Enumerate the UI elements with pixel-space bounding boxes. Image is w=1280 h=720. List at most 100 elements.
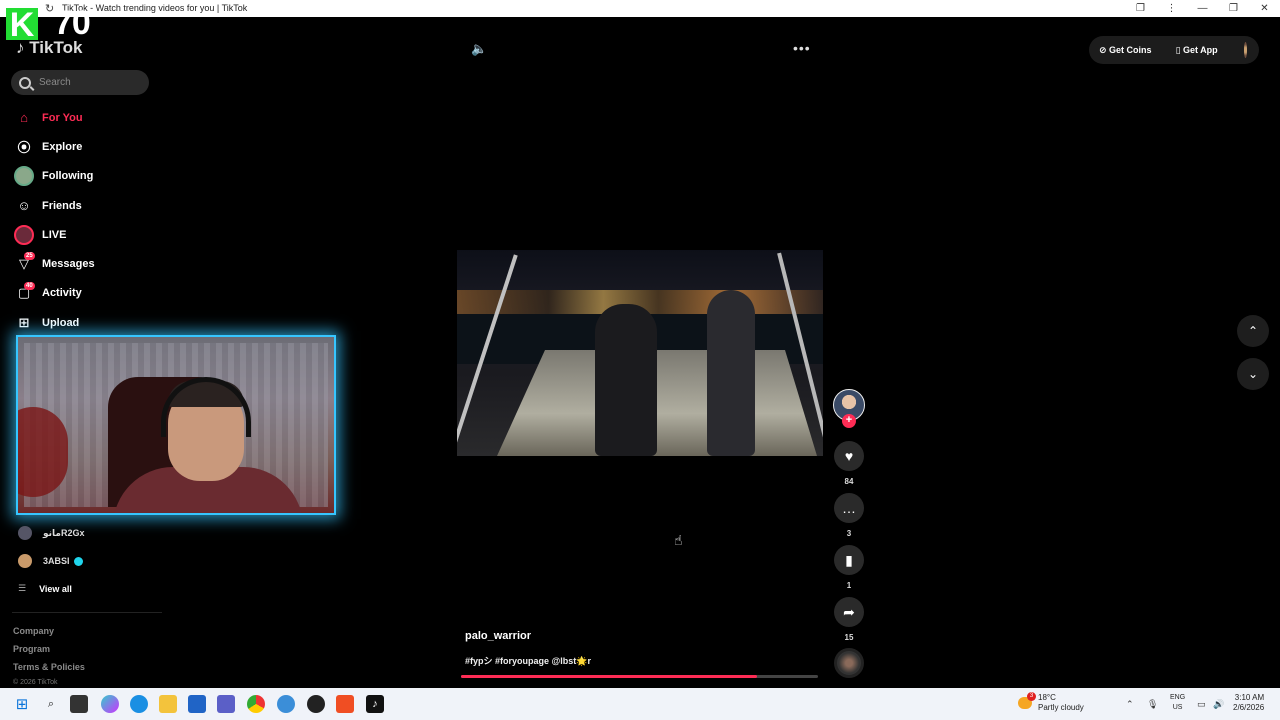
music-disc-icon[interactable] xyxy=(834,648,864,678)
live-icon xyxy=(14,224,34,245)
copilot-icon[interactable] xyxy=(101,695,119,713)
tiktok-logo[interactable]: ♪ TikTok xyxy=(16,38,82,58)
get-coins-button[interactable]: ⊘ Get Coins xyxy=(1099,45,1164,56)
window-controls: ❐ ⋮ — ❐ ✕ xyxy=(1125,0,1280,17)
sidebar-nav: ⌂ For You ⦿ Explore Following ☺ Friends … xyxy=(14,103,164,337)
sidebar-item-for-you[interactable]: ⌂ For You xyxy=(14,103,164,132)
file-explorer-icon[interactable] xyxy=(159,695,177,713)
volume-icon[interactable]: 🔈 xyxy=(471,41,487,57)
compass-icon: ⦿ xyxy=(17,140,31,156)
sidebar-item-label: Activity xyxy=(42,287,82,300)
brave-icon[interactable] xyxy=(336,695,354,713)
sidebar-item-live[interactable]: LIVE xyxy=(14,220,164,249)
speaker-icon[interactable]: 🔊 xyxy=(1213,699,1224,710)
follow-plus-icon[interactable]: + xyxy=(842,414,856,428)
sidebar-item-activity[interactable]: ▢ 40 Activity xyxy=(14,279,164,308)
get-app-button[interactable]: ▯ Get App xyxy=(1176,45,1230,56)
lang-bottom: US xyxy=(1172,704,1183,711)
chevron-down-icon: ⌄ xyxy=(1247,367,1259,381)
network-icon[interactable]: ▭ xyxy=(1197,699,1206,710)
minimize-button[interactable]: — xyxy=(1187,0,1218,17)
view-all-label: View all xyxy=(39,583,72,594)
system-clock[interactable]: 3:10 AM 2/6/2026 xyxy=(1233,693,1264,713)
language-indicator[interactable]: ENG US xyxy=(1170,693,1185,713)
weather-temp: 18°C xyxy=(1038,693,1056,702)
sidebar-item-label: Messages xyxy=(42,258,95,271)
footer-link-company[interactable]: Company xyxy=(13,626,54,636)
windows-taskbar: ⊞ ⌕ ♪ 3 18°C Partly cloudy ⌃ 🎙 ENG US ▭ … xyxy=(0,688,1280,720)
video-boat-deck xyxy=(497,350,817,456)
browser-titlebar: ↻ TikTok - Watch trending videos for you… xyxy=(0,0,1280,17)
verified-badge-icon xyxy=(73,556,83,566)
video-person-1 xyxy=(595,304,657,456)
chevron-up-icon: ⌃ xyxy=(1247,324,1259,338)
list-icon: ☰ xyxy=(18,583,27,593)
get-coins-label: Get Coins xyxy=(1109,44,1152,55)
sidebar-item-following[interactable]: Following xyxy=(14,162,164,191)
teams-icon[interactable] xyxy=(217,695,235,713)
comment-icon: … xyxy=(842,500,856,516)
sidebar-item-label: Friends xyxy=(42,199,82,212)
share-button[interactable]: ➦ xyxy=(834,597,864,627)
tiktok-app-icon[interactable]: ♪ xyxy=(366,695,384,713)
overlay-kick-logo: K xyxy=(6,8,38,42)
webcam-red-object xyxy=(18,407,68,497)
search-input[interactable] xyxy=(39,77,139,88)
following-account-2[interactable]: 3ABSI xyxy=(18,554,168,568)
comment-count: 3 xyxy=(846,529,852,538)
weather-widget[interactable]: 18°C Partly cloudy xyxy=(1038,693,1084,713)
chrome-icon[interactable] xyxy=(247,695,265,713)
logo-text: TikTok xyxy=(29,38,83,57)
video-player[interactable] xyxy=(457,250,823,456)
more-options-icon[interactable]: ••• xyxy=(793,40,811,56)
sidebar-item-friends[interactable]: ☺ Friends xyxy=(14,191,164,220)
save-button[interactable]: ▮ xyxy=(834,545,864,575)
sidebar-item-upload[interactable]: ⊞ Upload xyxy=(14,308,164,337)
extensions-icon[interactable]: ❐ xyxy=(1125,0,1156,17)
browser-menu-icon[interactable]: ⋮ xyxy=(1156,0,1187,17)
reload-icon[interactable]: ↻ xyxy=(45,2,54,15)
footer-link-terms[interactable]: Terms & Policies xyxy=(13,662,85,672)
microphone-icon[interactable]: 🎙 xyxy=(1147,699,1158,710)
following-account-1[interactable]: مانوR2Gx xyxy=(18,526,168,540)
save-count: 1 xyxy=(846,581,852,590)
video-author[interactable]: palo_warrior xyxy=(465,630,531,642)
store-icon[interactable] xyxy=(188,695,206,713)
sidebar-item-explore[interactable]: ⦿ Explore xyxy=(14,132,164,161)
comment-button[interactable]: … xyxy=(834,493,864,523)
clock-time: 3:10 AM xyxy=(1234,693,1265,702)
profile-avatar[interactable] xyxy=(1243,42,1247,58)
get-app-label: Get App xyxy=(1183,44,1218,55)
upload-icon: ⊞ xyxy=(18,314,30,330)
sidebar-divider xyxy=(12,612,162,613)
next-video-button[interactable]: ⌄ xyxy=(1237,358,1269,390)
video-progress-fill xyxy=(461,675,758,678)
video-progress-bar[interactable] xyxy=(461,675,818,678)
sidebar-item-label: Explore xyxy=(42,140,83,153)
friends-icon: ☺ xyxy=(17,198,31,214)
view-all-link[interactable]: ☰ View all xyxy=(18,583,72,594)
edge-icon[interactable] xyxy=(130,695,148,713)
chevron-up-tray-icon[interactable]: ⌃ xyxy=(1126,699,1134,710)
like-button[interactable]: ♥ xyxy=(834,441,864,471)
bookmark-icon: ▮ xyxy=(845,551,853,568)
avatar xyxy=(18,554,32,568)
task-view-icon[interactable] xyxy=(70,695,88,713)
search-box[interactable] xyxy=(11,70,149,95)
top-actions: ⊘ Get Coins ▯ Get App xyxy=(1089,36,1259,64)
search-icon xyxy=(19,76,31,89)
footer-link-program[interactable]: Program xyxy=(13,644,50,654)
previous-video-button[interactable]: ⌃ xyxy=(1237,315,1269,347)
sidebar-item-label: For You xyxy=(42,111,83,124)
close-button[interactable]: ✕ xyxy=(1249,0,1280,17)
taskbar-search-icon[interactable]: ⌕ xyxy=(42,695,60,713)
restore-button[interactable]: ❐ xyxy=(1218,0,1249,17)
app-icon[interactable] xyxy=(307,695,325,713)
messages-badge: 25 xyxy=(24,252,35,261)
sidebar-item-messages[interactable]: ▽ 25 Messages xyxy=(14,249,164,278)
browser-app-icon[interactable] xyxy=(277,695,295,713)
windows-start-icon[interactable]: ⊞ xyxy=(13,695,31,713)
like-count: 84 xyxy=(844,477,854,486)
share-count: 15 xyxy=(844,633,854,642)
sidebar-item-label: Following xyxy=(42,170,94,183)
